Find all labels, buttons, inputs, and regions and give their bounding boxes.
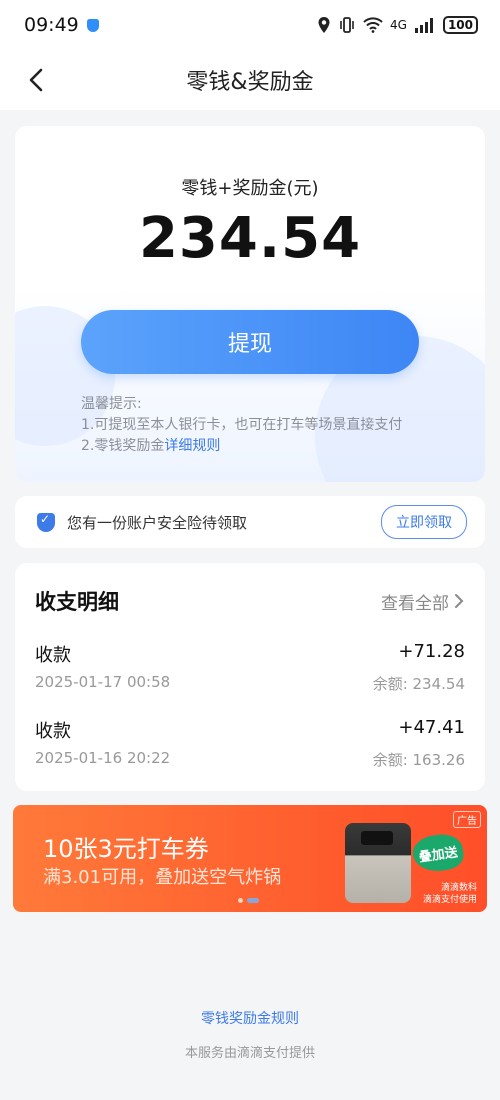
record-row[interactable]: 收款 +47.41 2025-01-16 20:22 余额: 163.26: [35, 715, 465, 791]
tips-title: 温馨提示:: [81, 396, 142, 412]
records-header: 收支明细 查看全部: [35, 563, 465, 639]
balance-card: 零钱+奖励金(元) 234.54 提现 温馨提示: 1.可提现至本人银行卡，也可…: [15, 126, 485, 482]
tip-2: 2.零钱奖励金详细规则: [81, 436, 402, 457]
ad-title: 10张3元打车券: [43, 835, 209, 863]
status-bar: 09:49 4G 100: [0, 0, 500, 50]
carousel-dot: [238, 898, 243, 903]
record-time: 2025-01-17 00:58: [35, 673, 171, 691]
tips-block: 温馨提示: 1.可提现至本人银行卡，也可在打车等场景直接支付 2.零钱奖励金详细…: [81, 394, 402, 457]
claim-button[interactable]: 立即领取: [381, 505, 467, 539]
air-fryer-screen: [361, 831, 393, 845]
tip-2-text: 2.零钱奖励金: [81, 438, 165, 454]
chevron-right-icon: [455, 594, 464, 608]
record-time: 2025-01-16 20:22: [35, 749, 171, 767]
record-row[interactable]: 收款 +71.28 2025-01-17 00:58 余额: 234.54: [35, 639, 465, 715]
status-right: 4G 100: [317, 16, 478, 34]
record-amount: +71.28: [398, 641, 465, 662]
rules-footer-link[interactable]: 零钱奖励金规则: [0, 1008, 500, 1028]
record-amount: +47.41: [398, 717, 465, 738]
records-title: 收支明细: [35, 590, 119, 614]
chevron-left-icon: [29, 68, 43, 92]
balance-label: 零钱+奖励金(元): [181, 178, 319, 199]
insurance-text: 您有一份账户安全险待领取: [67, 513, 248, 532]
status-time: 09:49: [24, 14, 79, 36]
view-all-label: 查看全部: [381, 593, 449, 614]
air-fryer-image: [345, 823, 411, 903]
records-card: 收支明细 查看全部 收款 +71.28 2025-01-17 00:58 余额:…: [15, 563, 485, 791]
service-provider-note: 本服务由滴滴支付提供: [184, 1046, 315, 1061]
ad-brand-name: 滴滴数科: [440, 883, 477, 893]
tip-1: 1.可提现至本人银行卡，也可在打车等场景直接支付: [81, 417, 403, 433]
record-type: 收款: [35, 645, 71, 666]
back-button[interactable]: [22, 64, 52, 96]
shield-check-icon: [37, 512, 55, 532]
record-balance: 余额: 234.54: [372, 675, 465, 693]
balance-amount: 234.54: [138, 206, 362, 271]
view-all-button[interactable]: 查看全部: [381, 589, 465, 614]
ad-badge: 叠加送: [410, 831, 466, 875]
ad-subtitle: 满3.01可用，叠加送空气炸锅: [43, 867, 282, 888]
record-balance: 余额: 163.26: [372, 751, 465, 769]
vibrate-icon: [340, 17, 354, 33]
signal-icon: [414, 18, 433, 33]
ad-brand-sub: 滴滴支付使用: [422, 895, 477, 905]
withdraw-button[interactable]: 提现: [81, 310, 419, 374]
nav-bar: 零钱&奖励金: [0, 50, 500, 110]
rules-link[interactable]: 详细规则: [164, 438, 220, 454]
carousel-dot-active: [247, 898, 259, 903]
record-type: 收款: [35, 721, 71, 742]
battery-indicator: 100: [442, 16, 478, 34]
ad-brand: 滴滴数科 滴滴支付使用: [423, 882, 477, 906]
status-left: 09:49: [24, 14, 99, 36]
wifi-icon: [363, 17, 383, 33]
carousel-indicator: [238, 898, 259, 903]
ad-banner[interactable]: 10张3元打车券 满3.01可用，叠加送空气炸锅 叠加送 广告 滴滴数科 滴滴支…: [13, 805, 487, 912]
shield-icon: [86, 18, 99, 32]
network-type: 4G: [390, 18, 407, 32]
insurance-card: 您有一份账户安全险待领取 立即领取: [15, 496, 485, 548]
ad-tag: 广告: [453, 811, 481, 828]
location-icon: [318, 17, 330, 33]
page-title: 零钱&奖励金: [186, 70, 314, 95]
